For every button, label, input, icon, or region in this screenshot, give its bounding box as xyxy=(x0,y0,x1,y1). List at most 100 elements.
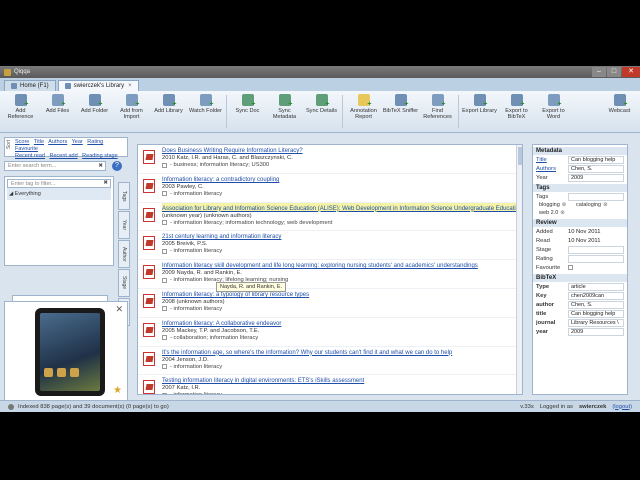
document-title-link[interactable]: Information literacy: a contradictory co… xyxy=(162,174,522,183)
document-row[interactable]: Information literacy: a typology of libr… xyxy=(138,289,522,318)
side-tab-year[interactable]: Year xyxy=(118,211,130,239)
authors-field-label[interactable]: Authors xyxy=(536,166,568,172)
document-title-link[interactable]: Association for Library and Information … xyxy=(162,202,522,212)
pdf-icon[interactable] xyxy=(143,380,155,394)
select-checkbox[interactable] xyxy=(162,306,167,312)
export-library-button[interactable]: Export Library xyxy=(461,93,498,130)
pdf-icon[interactable] xyxy=(143,293,155,308)
select-checkbox[interactable] xyxy=(162,277,167,283)
favourite-star-icon[interactable]: ★ xyxy=(113,386,123,396)
tag-chip[interactable]: web 2.0 ⊗ xyxy=(537,210,567,216)
add-tag-input[interactable] xyxy=(568,192,624,201)
bibtex-type-dropdown[interactable]: article xyxy=(568,282,624,291)
side-tab-author[interactable]: Author xyxy=(118,240,130,268)
sort-favourite-link[interactable]: Favourite xyxy=(15,146,38,152)
rating-dropdown[interactable] xyxy=(568,254,624,263)
side-tab-stage[interactable]: Stage xyxy=(118,269,130,297)
scrollbar-thumb[interactable] xyxy=(518,147,522,165)
webcast-button[interactable]: Webcast xyxy=(601,93,638,130)
select-checkbox[interactable] xyxy=(162,335,167,341)
clear-tag-filter-icon[interactable]: ✖ xyxy=(103,180,108,186)
bibtex-key-field[interactable]: chen2009can xyxy=(568,291,624,300)
year-field[interactable]: 2009 xyxy=(568,173,624,182)
pdf-icon[interactable] xyxy=(143,207,155,222)
minimize-button[interactable]: – xyxy=(592,67,606,77)
select-checkbox[interactable] xyxy=(162,191,167,197)
favourite-checkbox[interactable] xyxy=(568,265,573,270)
pdf-icon[interactable] xyxy=(143,236,155,251)
add-folder-button[interactable]: Add Folder xyxy=(76,93,113,130)
bibtex-author-field[interactable]: Chen, S. xyxy=(568,300,624,309)
help-icon[interactable]: ? xyxy=(112,161,122,171)
tab-close-icon[interactable]: × xyxy=(128,83,132,89)
pdf-icon[interactable] xyxy=(143,322,155,337)
select-checkbox[interactable] xyxy=(162,364,167,370)
tag-chip[interactable]: blogging ⊗ xyxy=(537,202,568,208)
bibtex-year-field[interactable]: 2009 xyxy=(568,327,624,336)
tab-library[interactable]: swierczek's Library × xyxy=(57,80,139,91)
remove-tag-icon[interactable]: ⊗ xyxy=(603,202,608,208)
title-field[interactable]: Can blogging help xyxy=(568,155,624,164)
document-row[interactable]: 21st century learning and information li… xyxy=(138,231,522,261)
pdf-icon[interactable] xyxy=(143,150,155,164)
tag-chip[interactable]: cataloging ⊗ xyxy=(574,202,610,208)
sort-score-link[interactable]: Score xyxy=(15,139,29,145)
remove-tag-icon[interactable]: ⊗ xyxy=(560,210,565,216)
logout-link[interactable]: (logout) xyxy=(612,404,632,410)
sync-doc-button[interactable]: Sync Doc xyxy=(229,93,266,130)
document-row[interactable]: Association for Library and Information … xyxy=(138,202,522,232)
document-row[interactable]: Information literacy: A collaborative en… xyxy=(138,318,522,347)
watch-folder-button[interactable]: Watch Folder xyxy=(187,93,224,130)
tab-home[interactable]: Home (F1) xyxy=(4,80,56,91)
sync-details-button[interactable]: Sync Details xyxy=(303,93,340,130)
find-references-button[interactable]: Find References xyxy=(419,93,456,130)
document-title-link[interactable]: Testing information literacy in digital … xyxy=(162,375,522,384)
select-checkbox[interactable] xyxy=(162,220,167,226)
export-to-bibtex-button[interactable]: Export to BibTeX xyxy=(498,93,535,130)
bibtex-sniffer-button[interactable]: BibTeX Sniffer xyxy=(382,93,419,130)
sync-metadata-button[interactable]: Sync Metadata xyxy=(266,93,303,130)
document-title-link[interactable]: Information literacy: A collaborative en… xyxy=(162,318,522,327)
document-title-link[interactable]: Does Business Writing Require Informatio… xyxy=(162,145,522,154)
add-from-import-button[interactable]: Add from Import xyxy=(113,93,150,130)
search-input[interactable]: Enter search term... ✖ xyxy=(4,161,106,171)
clear-search-icon[interactable]: ✖ xyxy=(98,163,103,169)
tag-filter-input[interactable]: Enter tag to filter... ✖ xyxy=(7,179,111,188)
add-library-button[interactable]: Add Library xyxy=(150,93,187,130)
pdf-icon[interactable] xyxy=(143,265,155,280)
select-checkbox[interactable] xyxy=(162,248,167,254)
document-row[interactable]: Information literacy: a contradictory co… xyxy=(138,174,522,203)
tree-item-everything[interactable]: ◢ Everything xyxy=(7,188,111,200)
document-row[interactable]: Information literacy skill development a… xyxy=(138,260,522,289)
sort-reading-stage-link[interactable]: Reading stage xyxy=(82,153,117,159)
bibtex-title-field[interactable]: Can blogging help xyxy=(568,309,624,318)
document-row[interactable]: It's the information age, so where's the… xyxy=(138,347,522,376)
export-to-word-button[interactable]: Export to Word xyxy=(535,93,572,130)
sort-recent-read-link[interactable]: Recent read xyxy=(15,153,45,159)
document-row[interactable]: Testing information literacy in digital … xyxy=(138,375,522,394)
remove-tag-icon[interactable]: ⊗ xyxy=(562,202,567,208)
close-preview-icon[interactable]: ✕ xyxy=(115,304,123,315)
pdf-icon[interactable] xyxy=(143,178,155,193)
title-field-label[interactable]: Title xyxy=(536,157,568,163)
authors-field[interactable]: Chen, S. xyxy=(568,164,624,173)
select-checkbox[interactable] xyxy=(162,392,167,394)
bibtex-journal-field[interactable]: Library Resources \ xyxy=(568,318,624,327)
add-reference-button[interactable]: Add Reference xyxy=(2,93,39,130)
add-files-button[interactable]: Add Files xyxy=(39,93,76,130)
sort-authors-link[interactable]: Authors xyxy=(48,139,67,145)
list-scrollbar[interactable] xyxy=(516,145,522,394)
sort-year-link[interactable]: Year xyxy=(72,139,83,145)
document-row[interactable]: Does Business Writing Require Informatio… xyxy=(138,145,522,174)
close-window-button[interactable]: ✕ xyxy=(622,67,640,77)
sort-recent-add-link[interactable]: Recent add xyxy=(50,153,78,159)
document-title-link[interactable]: It's the information age, so where's the… xyxy=(162,347,522,356)
document-title-link[interactable]: 21st century learning and information li… xyxy=(162,231,522,240)
select-checkbox[interactable] xyxy=(162,162,167,168)
maximize-button[interactable]: □ xyxy=(607,67,621,77)
annotation-report-button[interactable]: Annotation Report xyxy=(345,93,382,130)
sort-rating-link[interactable]: Rating xyxy=(87,139,103,145)
document-title-link[interactable]: Information literacy skill development a… xyxy=(162,260,522,269)
stage-dropdown[interactable] xyxy=(568,245,624,254)
sort-title-link[interactable]: Title xyxy=(34,139,44,145)
